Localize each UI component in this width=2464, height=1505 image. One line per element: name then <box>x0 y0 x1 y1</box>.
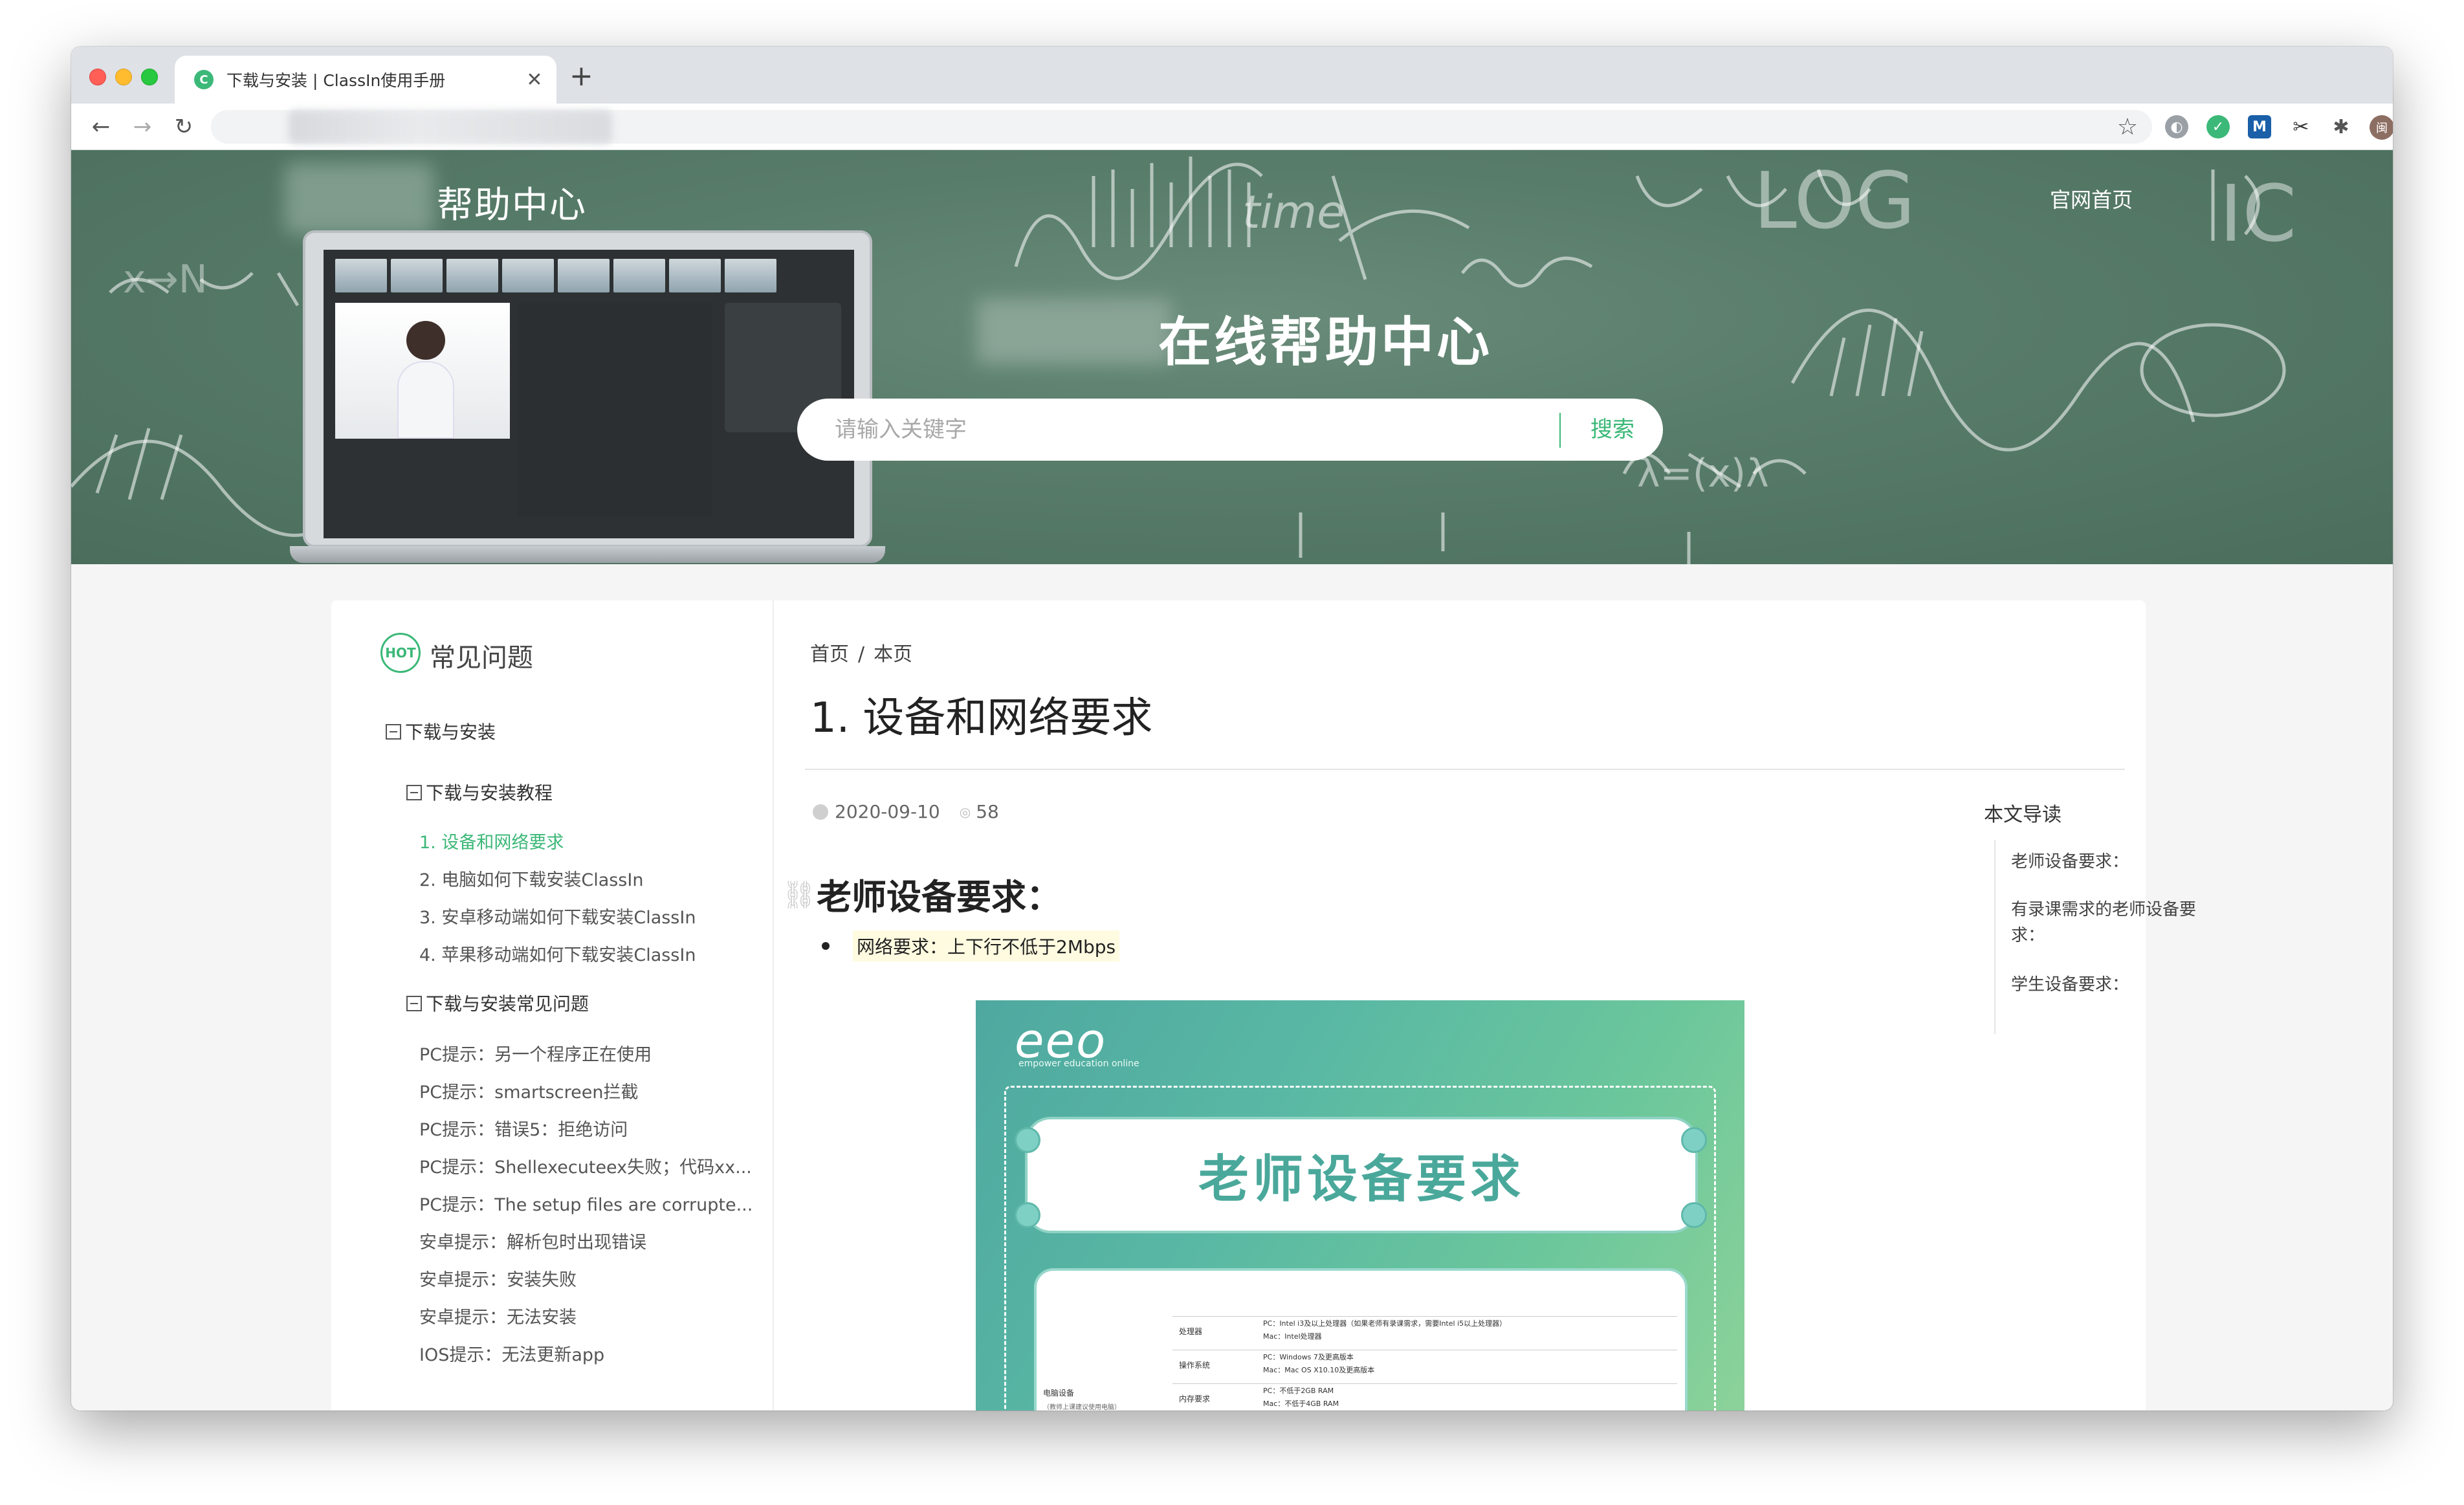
svg-text:LOG: LOG <box>1754 157 1915 247</box>
table-row: 操作系统 PC：Windows 7及更高版本 Mac：Mac OS X10.10… <box>1172 1350 1677 1382</box>
browser-tab-active[interactable]: C 下载与安装 | ClassIn使用手册 ✕ <box>175 56 556 104</box>
sidebar-item[interactable]: PC提示：另一个程序正在使用 <box>419 1040 652 1066</box>
forward-arrow-icon[interactable]: → <box>127 111 158 142</box>
poster-banner: 老师设备要求 <box>1025 1117 1698 1233</box>
article-meta: 2020-09-10 ◎ 58 <box>813 801 999 822</box>
toc-rail <box>1994 840 1996 1034</box>
svg-text:IC: IC <box>2219 170 2296 259</box>
bookmark-star-icon[interactable]: ☆ <box>2117 114 2138 140</box>
browser-window: C 下载与安装 | ClassIn使用手册 ✕ + ← → ↻ ☆ ◐ ✓ M … <box>71 47 2393 1411</box>
breadcrumb-home[interactable]: 首页 <box>810 643 849 666</box>
eeo-logo-subtitle: empower education online <box>1018 1059 1139 1069</box>
close-window-button[interactable] <box>89 69 106 85</box>
url-blurred <box>289 110 612 144</box>
content-card: HOT 常见问题 下载与安装 下载与安装教程 1. 设备和网络要求 2. 电脑如… <box>331 600 2196 1411</box>
search-bar: 搜索 <box>797 399 1663 461</box>
toc-title: 本文导读 <box>1984 804 2062 826</box>
table-row: 内存要求 PC：不低于2GB RAM Mac：不低于4GB RAM <box>1172 1383 1677 1411</box>
extension-scissors-icon[interactable]: ✂ <box>2289 115 2313 138</box>
hot-badge-icon: HOT <box>380 633 421 673</box>
faq-sidebar: HOT 常见问题 下载与安装 下载与安装教程 1. 设备和网络要求 2. 电脑如… <box>331 600 774 1411</box>
favicon-icon: C <box>194 70 214 89</box>
eye-icon: ◎ <box>959 804 971 820</box>
sidebar-item[interactable]: 安卓提示：无法安装 <box>419 1303 577 1328</box>
toc-item[interactable]: 有录课需求的老师设备要求： <box>2011 897 2218 949</box>
sidebar-item[interactable]: 3. 安卓移动端如何下载安装ClassIn <box>419 903 696 928</box>
bullet-icon <box>822 942 830 950</box>
sidebar-item[interactable]: 安卓提示：安装失败 <box>419 1266 577 1291</box>
svg-text:x→N: x→N <box>123 257 208 302</box>
brand-title[interactable]: 帮助中心 <box>437 176 587 228</box>
anchor-link-icon[interactable]: ⛓ <box>782 879 816 911</box>
reload-icon[interactable]: ↻ <box>168 111 199 142</box>
breadcrumb-current: 本页 <box>874 643 913 666</box>
clock-icon <box>813 804 828 820</box>
sidebar-item[interactable]: PC提示：Shellexecuteex失败；代码xx... <box>419 1153 752 1178</box>
search-button[interactable]: 搜索 <box>1574 399 1651 461</box>
maximize-window-button[interactable] <box>141 69 158 85</box>
tab-strip: C 下载与安装 | ClassIn使用手册 ✕ + <box>71 47 2393 104</box>
collapse-icon[interactable] <box>406 996 422 1011</box>
search-input[interactable] <box>835 399 1559 461</box>
toc-item[interactable]: 老师设备要求： <box>2011 849 2218 875</box>
back-arrow-icon[interactable]: ← <box>85 111 116 142</box>
sidebar-item[interactable]: PC提示：smartscreen拦截 <box>419 1078 639 1103</box>
toc-item[interactable]: 学生设备要求： <box>2011 972 2218 998</box>
title-divider <box>805 769 2125 770</box>
section-heading-teacher: 老师设备要求： <box>817 877 1061 917</box>
page-viewport: time LOG IC λ=(x)λ x→N 帮助中心 官网首页 在线帮助中心 … <box>71 150 2393 1411</box>
svg-text:time: time <box>1242 186 1345 239</box>
view-count: 58 <box>976 801 999 822</box>
table-row: 处理器 PC：Intel i3及以上处理器（如果老师有录课需求，需要Intel … <box>1172 1316 1677 1348</box>
tree-section-download[interactable]: 下载与安装 <box>386 718 496 744</box>
article: 首页 / 本页 1. 设备和网络要求 2020-09-10 ◎ 58 ⛓ 老师设备要… <box>774 600 2196 1411</box>
sidebar-item[interactable]: 2. 电脑如何下载安装ClassIn <box>419 866 643 891</box>
sidebar-item[interactable]: PC提示：错误5：拒绝访问 <box>419 1115 628 1141</box>
sidebar-item[interactable]: IOS提示：无法更新app <box>419 1341 604 1366</box>
tree-group-faq[interactable]: 下载与安装常见问题 <box>406 990 589 1016</box>
official-site-link[interactable]: 官网首页 <box>2050 184 2133 214</box>
laptop-illustration <box>290 230 885 564</box>
teacher-requirements-poster: eeo empower education online 老师设备要求 电脑设备… <box>976 1000 1744 1411</box>
requirements-table: 电脑设备 （教师上课建议使用电脑） 处理器 PC：Intel i3及以上处理器（… <box>1034 1268 1688 1411</box>
profile-avatar[interactable]: 闽 <box>2370 115 2393 140</box>
hero-title: 在线帮助中心 <box>1158 312 1493 373</box>
list-item: 网络要求：上下行不低于2Mbps <box>811 930 1120 961</box>
collapse-icon[interactable] <box>406 785 422 800</box>
publish-date: 2020-09-10 <box>835 801 940 822</box>
page-title: 1. 设备和网络要求 <box>810 694 1153 742</box>
extension-globe-icon[interactable]: ◐ <box>2165 115 2188 138</box>
tab-close-icon[interactable]: ✕ <box>522 69 547 91</box>
extension-check-icon[interactable]: ✓ <box>2206 115 2230 138</box>
hero-banner: time LOG IC λ=(x)λ x→N 帮助中心 官网首页 在线帮助中心 … <box>71 150 2393 564</box>
breadcrumb-separator: / <box>858 643 865 666</box>
sidebar-item[interactable]: 4. 苹果移动端如何下载安装ClassIn <box>419 941 696 966</box>
minimize-window-button[interactable] <box>115 69 132 85</box>
sidebar-item[interactable]: 安卓提示：解析包时出现错误 <box>419 1228 646 1253</box>
logo-blurred <box>285 163 434 234</box>
sidebar-item[interactable]: PC提示：The setup files are corrupte... <box>419 1191 753 1216</box>
address-bar[interactable]: ☆ <box>211 110 2152 144</box>
sidebar-item-device-requirements[interactable]: 1. 设备和网络要求 <box>419 828 564 853</box>
collapse-icon[interactable] <box>386 724 401 740</box>
extensions-puzzle-icon[interactable]: ✱ <box>2329 115 2353 138</box>
browser-toolbar: ← → ↻ ☆ ◐ ✓ M ✂ ✱ 闽 ⋮ <box>71 104 2393 150</box>
extension-m-icon[interactable]: M <box>2248 115 2271 138</box>
breadcrumb: 首页 / 本页 <box>810 638 921 666</box>
tree-group-tutorial[interactable]: 下载与安装教程 <box>406 779 553 805</box>
hero-logo-blurred <box>977 299 1171 364</box>
tab-title: 下载与安装 | ClassIn使用手册 <box>226 71 446 90</box>
search-divider <box>1559 413 1561 448</box>
sidebar-title: 常见问题 <box>430 643 533 673</box>
new-tab-button[interactable]: + <box>569 62 593 91</box>
svg-text:λ=(x)λ: λ=(x)λ <box>1637 451 1769 496</box>
